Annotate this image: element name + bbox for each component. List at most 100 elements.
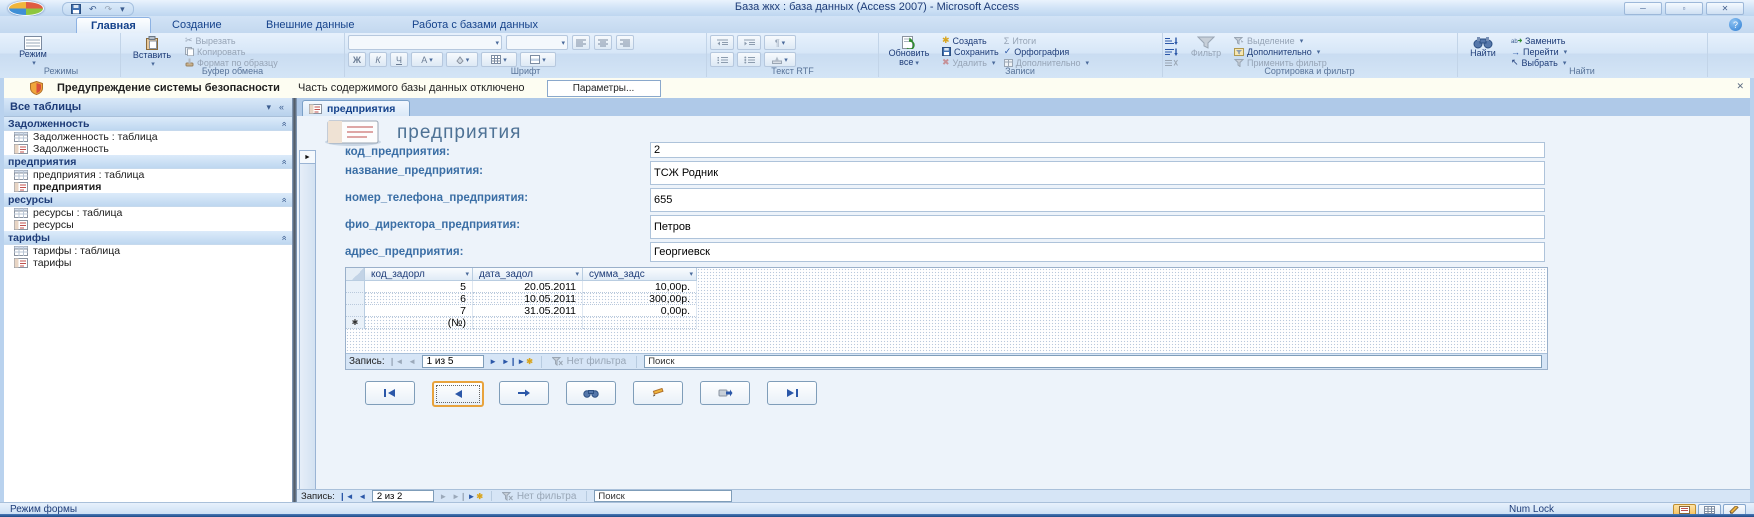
nav-item-tariffs-table[interactable]: тарифы : таблица — [4, 245, 292, 257]
close-button[interactable]: ✕ — [1706, 2, 1744, 15]
cell-debt-code[interactable]: 7 — [365, 305, 473, 317]
italic-button[interactable]: К — [369, 52, 387, 67]
decrease-indent-button[interactable] — [710, 35, 734, 50]
record-position[interactable]: 2 из 2 — [372, 490, 434, 502]
cell-new-record[interactable]: (№) — [365, 317, 473, 329]
nav-item-debt-form[interactable]: Задолженность — [4, 143, 292, 155]
find-button[interactable]: Найти — [1460, 35, 1506, 58]
align-center-button[interactable] — [594, 35, 612, 50]
last-record-icon[interactable]: ►❙ — [503, 356, 516, 367]
view-button[interactable]: Режим ▾ — [5, 35, 61, 68]
underline-button[interactable]: Ч — [390, 52, 408, 67]
cell-debt-sum[interactable]: 0,00р. — [583, 305, 697, 317]
replace-button[interactable]: ab Заменить — [1511, 36, 1567, 45]
document-tab-enterprises[interactable]: предприятия — [302, 100, 410, 117]
column-header-debt-sum[interactable]: сумма_задс▾ — [583, 268, 697, 281]
column-header-debt-date[interactable]: дата_задол▾ — [473, 268, 583, 281]
help-icon[interactable]: ? — [1729, 18, 1742, 31]
nav-item-enterprises-form[interactable]: предприятия — [4, 181, 292, 193]
nav-item-enterprises-table[interactable]: предприятия : таблица — [4, 169, 292, 181]
last-record-button[interactable] — [767, 381, 817, 405]
nav-group-header-tariffs[interactable]: тарифы » — [4, 231, 292, 245]
column-dropdown-icon[interactable]: ▾ — [575, 270, 579, 278]
find-record-button[interactable] — [566, 381, 616, 405]
tab-home[interactable]: Главная — [76, 17, 151, 33]
font-size-combo[interactable]: ▾ — [506, 35, 568, 50]
new-record-marker-icon[interactable]: ✱ — [346, 317, 365, 329]
qat-dropdown-icon[interactable]: ▾ — [120, 4, 125, 14]
highlight-button[interactable]: ▾ — [764, 52, 796, 67]
field-input-phone[interactable] — [650, 188, 1545, 212]
cell-debt-code[interactable]: 5 — [365, 281, 473, 293]
undo-icon[interactable]: ↶ — [89, 4, 97, 14]
increase-indent-button[interactable] — [737, 35, 761, 50]
font-name-combo[interactable]: ▾ — [348, 35, 502, 50]
restore-button[interactable]: ▫ — [1665, 2, 1703, 15]
tab-external-data[interactable]: Внешние данные — [252, 17, 368, 32]
tab-database-tools[interactable]: Работа с базами данных — [398, 17, 552, 32]
nav-group-header-debt[interactable]: Задолженность » — [4, 117, 292, 131]
office-button[interactable] — [8, 1, 44, 16]
message-bar-close-icon[interactable]: ✕ — [1736, 81, 1744, 92]
cut-button[interactable]: ✂ Вырезать — [185, 36, 278, 45]
filter-button[interactable]: Фильтр — [1183, 35, 1229, 58]
align-right-button[interactable] — [616, 35, 634, 50]
next-record-button[interactable] — [499, 381, 549, 405]
fill-color-button[interactable]: ▾ — [446, 52, 478, 67]
record-selector-bar[interactable]: ► — [299, 150, 316, 489]
numbered-list-button[interactable] — [710, 52, 734, 67]
refresh-all-button[interactable]: Обновить все▾ — [881, 35, 937, 68]
cell-new-record[interactable] — [473, 317, 583, 329]
edit-record-button[interactable] — [633, 381, 683, 405]
nav-group-header-enterprises[interactable]: предприятия » — [4, 155, 292, 169]
nav-item-debt-table[interactable]: Задолженность : таблица — [4, 131, 292, 143]
nav-pane-menu-icon[interactable]: ▾ — [266, 102, 271, 113]
direction-button[interactable]: ¶▾ — [764, 35, 796, 50]
nav-item-resources-table[interactable]: ресурсы : таблица — [4, 207, 292, 219]
cell-debt-date[interactable]: 10.05.2011 — [473, 293, 583, 305]
nav-item-tariffs-form[interactable]: тарифы — [4, 257, 292, 269]
sort-ascending-button[interactable] — [1165, 36, 1178, 45]
select-all-corner[interactable] — [346, 268, 365, 281]
new-record-ribbon-button[interactable]: ✱ Создать — [942, 36, 999, 45]
save-icon[interactable] — [71, 4, 81, 14]
gridlines-button[interactable]: ▾ — [481, 52, 517, 67]
field-input-name[interactable] — [650, 161, 1545, 185]
nav-group-header-resources[interactable]: ресурсы » — [4, 193, 292, 207]
bold-button[interactable]: Ж — [348, 52, 366, 67]
previous-record-icon[interactable]: ◄ — [406, 356, 419, 367]
alternate-fill-button[interactable]: ▾ — [520, 52, 556, 67]
goto-button[interactable]: → Перейти ▾ — [1511, 47, 1567, 56]
selection-filter-button[interactable]: Выделение ▾ — [1234, 36, 1327, 45]
previous-record-button[interactable] — [432, 381, 484, 407]
redo-icon[interactable]: ↷ — [105, 4, 113, 14]
column-dropdown-icon[interactable]: ▾ — [465, 270, 469, 278]
new-blank-record-icon[interactable]: ►✱ — [519, 356, 532, 367]
copy-button[interactable]: Копировать — [185, 47, 278, 56]
cell-debt-sum[interactable]: 10,00р. — [583, 281, 697, 293]
spelling-button[interactable]: ✓ Орфография — [1004, 47, 1089, 56]
nav-item-resources-form[interactable]: ресурсы — [4, 219, 292, 231]
bullet-list-button[interactable] — [737, 52, 761, 67]
first-record-icon[interactable]: ❙◄ — [340, 491, 353, 502]
cell-debt-sum[interactable]: 300,00р. — [583, 293, 697, 305]
next-record-icon[interactable]: ► — [487, 356, 500, 367]
column-header-debt-code[interactable]: код_задорл▾ — [365, 268, 473, 281]
nav-pane-header[interactable]: Все таблицы ▾ « — [4, 98, 292, 117]
font-color-button[interactable]: А▾ — [411, 52, 443, 67]
close-form-button[interactable] — [700, 381, 750, 405]
row-selector[interactable] — [346, 305, 365, 317]
row-selector[interactable] — [346, 293, 365, 305]
nav-pane-collapse-icon[interactable]: « — [279, 102, 284, 112]
last-record-icon[interactable]: ►❙ — [453, 491, 466, 502]
first-record-icon[interactable]: ❙◄ — [390, 356, 403, 367]
save-record-ribbon-button[interactable]: Сохранить — [942, 47, 999, 56]
cell-debt-code[interactable]: 6 — [365, 293, 473, 305]
minimize-button[interactable]: ─ — [1624, 2, 1662, 15]
align-left-button[interactable] — [572, 35, 590, 50]
form-search-input[interactable] — [594, 490, 732, 502]
paste-button[interactable]: Вставить ▾ — [124, 35, 180, 69]
cell-debt-date[interactable]: 20.05.2011 — [473, 281, 583, 293]
next-record-icon[interactable]: ► — [437, 491, 450, 502]
cell-debt-date[interactable]: 31.05.2011 — [473, 305, 583, 317]
